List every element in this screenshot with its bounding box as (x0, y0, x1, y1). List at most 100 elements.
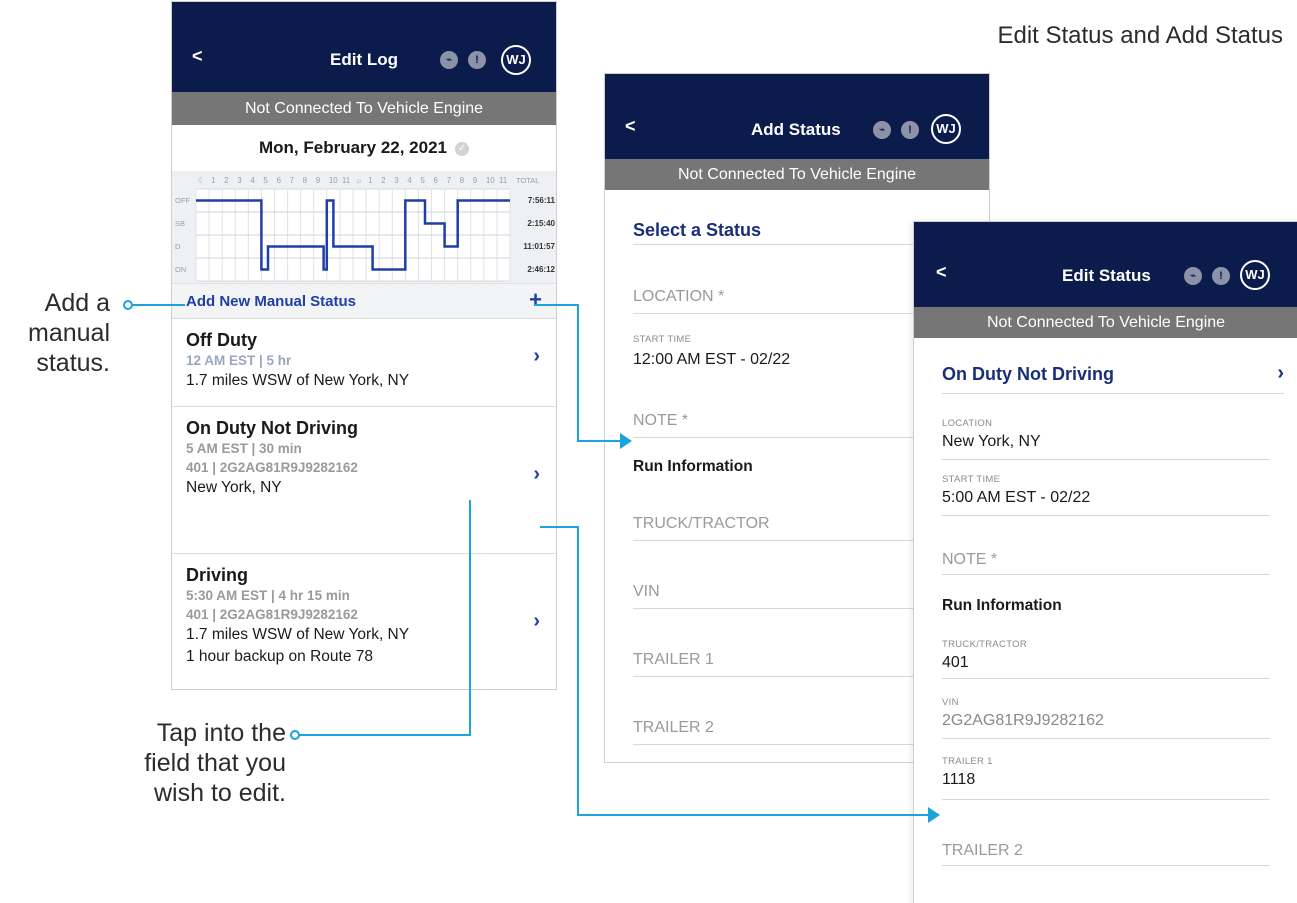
add-manual-status-row[interactable]: Add New Manual Status + (172, 283, 556, 318)
log-entry-title: Driving (186, 565, 249, 585)
log-entry-location: 1.7 miles WSW of New York, NY (186, 372, 410, 389)
trailer1-label: TRAILER 1 (942, 756, 993, 767)
activity-icon[interactable]: ⌁ (440, 51, 458, 69)
chart-total-header: TOTAL (516, 176, 539, 185)
select-status-button[interactable]: Select a Status (633, 220, 761, 241)
header-title: Edit Log (330, 50, 398, 69)
location-value: New York, NY (942, 433, 1041, 450)
callout-line: Add a (44, 289, 110, 317)
trailer2-field[interactable]: TRAILER 2 (942, 842, 1270, 866)
avatar[interactable]: WJ (1240, 260, 1270, 290)
truck-tractor-field[interactable]: TRUCK/TRACTOR (633, 515, 961, 541)
note-field[interactable]: NOTE * (942, 551, 1270, 575)
back-button[interactable]: < (936, 262, 947, 283)
trailer1-field[interactable]: TRAILER 1 1118 (942, 756, 1270, 800)
edit-status-screen: < Edit Status ⌁ ! WJ Not Connected To Ve… (913, 221, 1297, 903)
chart-row-label: D (175, 242, 181, 251)
edit-log-screen: < Edit Log ⌁ ! WJ Not Connected To Vehic… (171, 1, 557, 690)
log-entry[interactable]: Driving 5:30 AM EST | 4 hr 15 min 401 | … (172, 553, 556, 683)
truck-tractor-label: TRUCK/TRACTOR (942, 639, 1028, 650)
app-header: < Edit Status ⌁ ! WJ (914, 222, 1297, 307)
chart-row-total: 11:01:57 (523, 242, 555, 251)
connection-status-bar: Not Connected To Vehicle Engine (914, 307, 1297, 338)
note-placeholder: NOTE * (633, 412, 689, 429)
trailer1-field[interactable]: TRAILER 1 (633, 651, 961, 677)
truck-tractor-value: 401 (942, 654, 969, 671)
log-entry-title: Off Duty (186, 330, 257, 350)
chart-hour-label: 9 (316, 176, 321, 185)
chart-hour-label: 2 (381, 176, 386, 185)
start-time-field[interactable]: START TIME 12:00 AM EST - 02/22 (633, 334, 961, 386)
chart-row-label: ON (175, 265, 186, 274)
alert-icon[interactable]: ! (468, 51, 486, 69)
log-entry[interactable]: On Duty Not Driving 5 AM EST | 30 min 40… (172, 406, 556, 553)
start-time-field[interactable]: START TIME 5:00 AM EST - 02/22 (942, 474, 1270, 516)
status-selector[interactable]: On Duty Not Driving › (942, 362, 1284, 394)
location-placeholder: LOCATION * (633, 288, 725, 305)
vin-field[interactable]: VIN 2G2AG81R9J9282162 (942, 697, 1270, 739)
add-plus-icon[interactable]: + (529, 287, 542, 313)
truck-tractor-field[interactable]: TRUCK/TRACTOR 401 (942, 639, 1270, 679)
chart-hour-label: 4 (407, 176, 412, 185)
chevron-right-icon: › (1277, 362, 1284, 384)
chevron-right-icon[interactable]: › (533, 463, 540, 486)
activity-icon[interactable]: ⌁ (1184, 267, 1202, 285)
back-button[interactable]: < (625, 116, 636, 137)
alert-icon[interactable]: ! (1212, 267, 1230, 285)
log-entry-time: 5:30 AM EST | 4 hr 15 min (186, 588, 350, 603)
chart-hour-label: 8 (303, 176, 308, 185)
avatar[interactable]: WJ (501, 45, 531, 75)
avatar[interactable]: WJ (931, 114, 961, 144)
trailer1-placeholder: TRAILER 1 (633, 651, 714, 668)
log-entry-location: New York, NY (186, 479, 282, 496)
log-entry-vehicle: 401 | 2G2AG81R9J9282162 (186, 460, 358, 475)
callout-dot (290, 730, 300, 740)
chart-row-label: SB (175, 219, 185, 228)
callout-line: manual (28, 319, 110, 347)
activity-icon[interactable]: ⌁ (873, 121, 891, 139)
callout-line: field that you (144, 749, 286, 777)
chevron-right-icon[interactable]: › (533, 610, 540, 633)
chart-hour-label: 8 (460, 176, 465, 185)
note-placeholder: NOTE * (942, 551, 998, 568)
trailer1-value: 1118 (942, 771, 976, 788)
vin-field[interactable]: VIN (633, 583, 961, 609)
chart-hour-label: 7 (447, 176, 452, 185)
trailer2-placeholder: TRAILER 2 (942, 842, 1023, 859)
run-information-heading: Run Information (633, 458, 753, 475)
callout-line: wish to edit. (153, 779, 286, 807)
chart-hour-label: 11 (499, 176, 508, 185)
location-field[interactable]: LOCATION New York, NY (942, 418, 1270, 460)
connection-status-bar: Not Connected To Vehicle Engine (172, 92, 556, 125)
alert-icon[interactable]: ! (901, 121, 919, 139)
log-date-row: Mon, February 22, 2021 ✓ (172, 125, 556, 171)
chart-hour-label: 5 (263, 176, 268, 185)
header-title: Edit Status (1062, 266, 1151, 285)
start-time-label: START TIME (633, 334, 692, 345)
chart-hour-label: 4 (250, 176, 255, 185)
note-field[interactable]: NOTE * (633, 412, 961, 438)
chart-hour-label: 1 (211, 176, 216, 185)
chevron-right-icon[interactable]: › (533, 345, 540, 368)
location-field[interactable]: LOCATION * (633, 288, 961, 314)
chart-hour-label: 6 (434, 176, 439, 185)
callout-add-manual: Add a manual status. (28, 288, 110, 378)
callout-line: Tap into the (156, 719, 286, 747)
check-circle-icon: ✓ (455, 141, 470, 156)
start-time-label: START TIME (942, 474, 1001, 485)
log-entry-time: 5 AM EST | 30 min (186, 441, 302, 456)
chart-hour-label: 6 (277, 176, 282, 185)
location-label: LOCATION (942, 418, 993, 429)
log-entry[interactable]: Off Duty 12 AM EST | 5 hr 1.7 miles WSW … (172, 318, 556, 406)
callout-tap-field: Tap into the field that you wish to edit… (144, 718, 286, 808)
chart-hour-label: 5 (420, 176, 425, 185)
chart-hour-label: ☼ (355, 176, 362, 185)
status-selector-label: On Duty Not Driving (942, 364, 1114, 384)
chart-hour-label: 11 (342, 176, 351, 185)
connection-status-bar: Not Connected To Vehicle Engine (605, 159, 989, 190)
chart-row-label: OFF (175, 196, 190, 205)
trailer2-placeholder: TRAILER 2 (633, 719, 714, 736)
back-button[interactable]: < (192, 46, 203, 67)
trailer2-field[interactable]: TRAILER 2 (633, 719, 961, 745)
chart-hour-label: 10 (486, 176, 495, 185)
